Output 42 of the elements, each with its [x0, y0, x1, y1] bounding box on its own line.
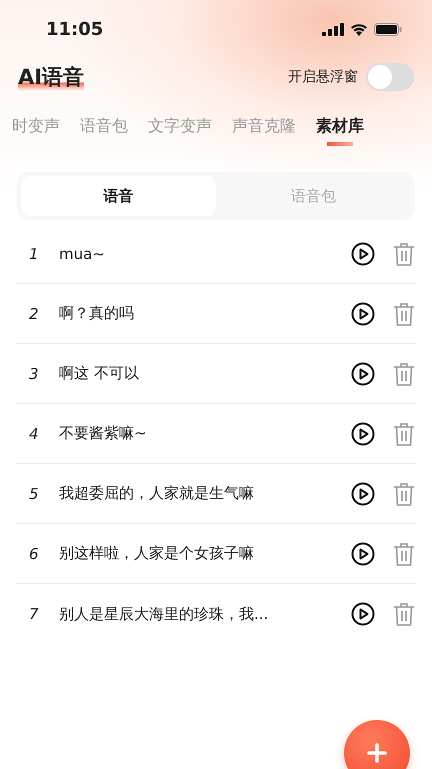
item-number: 6 [28, 544, 40, 562]
item-number: 7 [28, 605, 40, 623]
segment-tab[interactable]: 语音 [21, 176, 216, 216]
status-time: 11:05 [46, 18, 104, 40]
item-number: 1 [28, 244, 40, 262]
signal-icon [322, 22, 344, 36]
item-text: 啊？真的吗 [59, 304, 135, 323]
trash-icon[interactable] [393, 422, 415, 446]
play-icon[interactable] [351, 302, 375, 326]
category-tab[interactable]: 声音克隆 [232, 116, 296, 146]
float-window-label: 开启悬浮窗 [288, 68, 358, 86]
item-text: mua~ [59, 244, 106, 262]
play-icon[interactable] [351, 602, 375, 626]
item-text: 我超委屈的，人家就是生气嘛 [59, 484, 255, 503]
item-number: 3 [28, 364, 40, 382]
item-text: 不要酱紫嘛~ [59, 424, 148, 443]
trash-icon[interactable] [393, 242, 415, 266]
category-tab[interactable]: 素材库 [316, 116, 364, 146]
play-icon[interactable] [351, 362, 375, 386]
item-text: 啊这 不可以 [59, 364, 140, 383]
category-tab[interactable]: 文字变声 [148, 116, 212, 146]
trash-icon[interactable] [393, 362, 415, 386]
trash-icon[interactable] [393, 542, 415, 566]
add-button[interactable] [344, 720, 410, 769]
item-text: 别这样啦，人家是个女孩子嘛 [59, 544, 255, 563]
item-text: 别人是星辰大海里的珍珠，我... [59, 604, 270, 624]
trash-icon[interactable] [393, 302, 415, 326]
plus-icon [367, 743, 387, 763]
play-icon[interactable] [351, 542, 375, 566]
play-icon[interactable] [351, 422, 375, 446]
trash-icon[interactable] [393, 482, 415, 506]
play-icon[interactable] [351, 482, 375, 506]
category-tab[interactable]: 语音包 [80, 116, 128, 146]
play-icon[interactable] [351, 242, 375, 266]
item-number: 4 [28, 424, 40, 442]
item-number: 5 [28, 484, 40, 502]
battery-icon [374, 22, 402, 36]
item-number: 2 [28, 304, 40, 322]
category-tab[interactable]: 时变声 [12, 116, 60, 146]
trash-icon[interactable] [393, 602, 415, 626]
segment-tab[interactable]: 语音包 [216, 176, 411, 216]
wifi-icon [350, 22, 368, 36]
